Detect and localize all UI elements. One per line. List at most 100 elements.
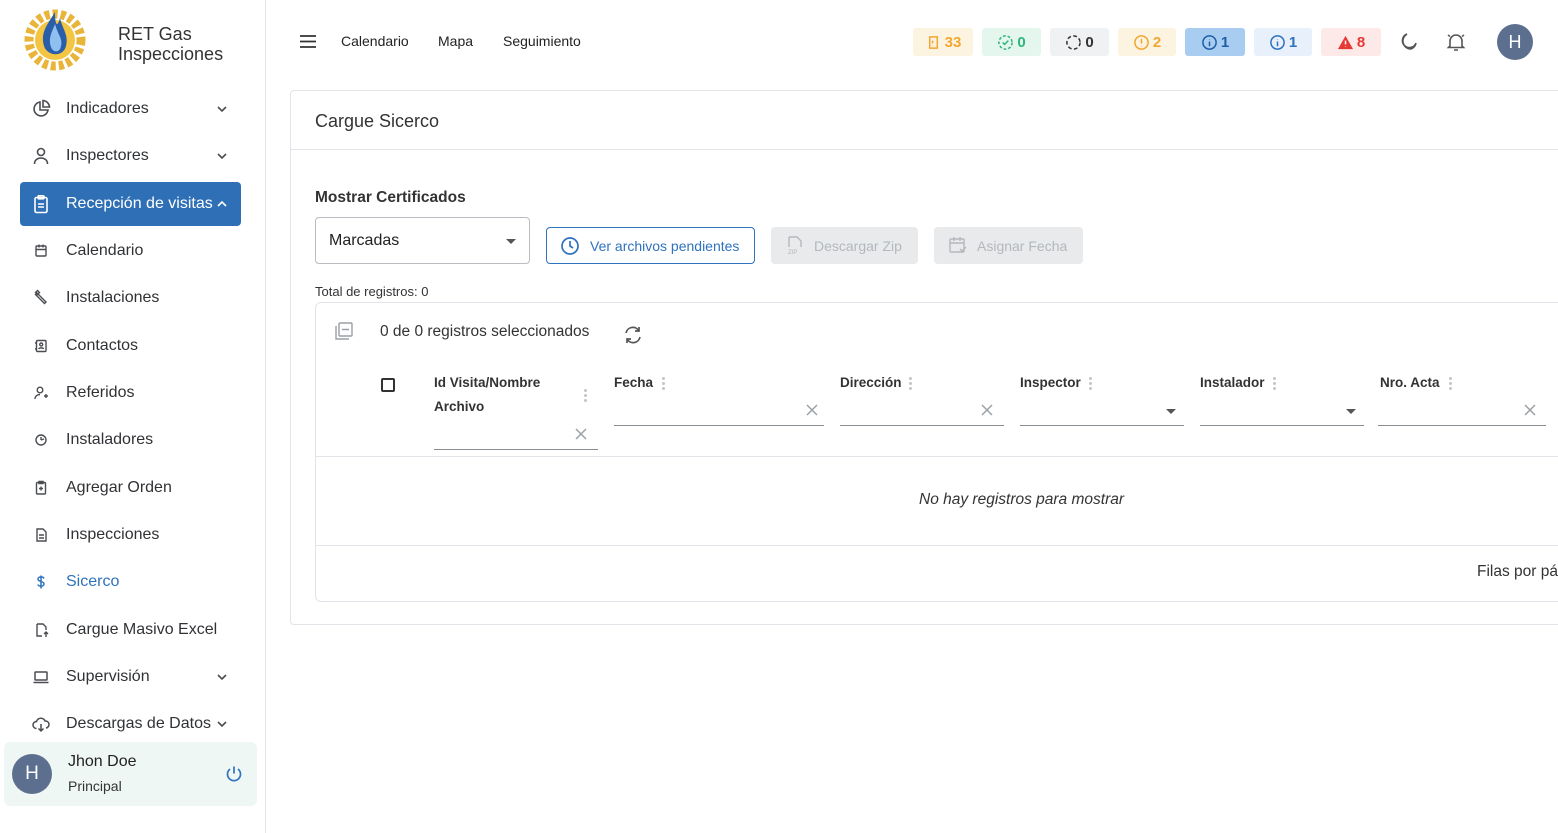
calendar-check-icon <box>949 237 967 253</box>
column-menu-icon[interactable] <box>584 389 588 403</box>
records-table: 0 de 0 registros seleccionados Id Visita… <box>315 302 1558 602</box>
top-bar: Calendario Mapa Seguimiento 33 0 0 2 1 1 <box>266 0 1558 84</box>
sidebar-item-instaladores[interactable]: Instaladores <box>20 418 241 462</box>
select-all-icon[interactable] <box>334 321 354 341</box>
clipboard-alert-icon <box>928 35 938 49</box>
badge-count: 8 <box>1356 33 1366 51</box>
sidebar-item-inspecciones[interactable]: Inspecciones <box>20 513 241 557</box>
sidebar-item-label: Contactos <box>66 337 139 354</box>
clock-icon <box>561 237 579 255</box>
total-records: Total de registros: 0 <box>315 284 429 299</box>
sidebar-item-referidos[interactable]: Referidos <box>20 371 241 415</box>
sidebar-item-recepcion-visitas[interactable]: Recepción de visitas <box>20 182 241 226</box>
badge-info[interactable]: 1 <box>1254 28 1312 56</box>
divider <box>316 456 1558 457</box>
alert-circle-icon <box>1133 34 1149 50</box>
power-icon[interactable] <box>224 764 244 784</box>
column-header-nro-acta[interactable]: Nro. Acta <box>1380 371 1440 395</box>
select-all-checkbox[interactable] <box>381 378 395 392</box>
laptop-icon <box>33 671 49 684</box>
info-circle-icon <box>1201 34 1217 50</box>
download-zip-button[interactable]: ZIP Descargar Zip <box>771 227 918 264</box>
column-header-inspector[interactable]: Inspector <box>1020 371 1081 395</box>
chevron-down-icon <box>217 721 227 728</box>
filter-select-inspector[interactable] <box>1020 425 1184 426</box>
column-menu-icon[interactable] <box>1449 377 1453 391</box>
filter-input-direccion[interactable] <box>840 425 1004 426</box>
person-icon <box>33 147 49 165</box>
close-icon[interactable] <box>981 404 993 416</box>
sidebar-item-inspectores[interactable]: Inspectores <box>20 134 241 178</box>
assign-date-button[interactable]: Asignar Fecha <box>934 227 1083 264</box>
filter-input-fecha[interactable] <box>614 425 824 426</box>
avatar[interactable]: H <box>1497 24 1533 60</box>
dollar-icon <box>37 575 45 589</box>
sidebar-item-label: Inspectores <box>66 147 149 164</box>
bell-icon[interactable] <box>1444 30 1468 54</box>
badge-completed[interactable]: 0 <box>982 28 1041 56</box>
button-label: Asignar Fecha <box>977 238 1068 254</box>
chevron-down-icon <box>217 674 227 681</box>
view-pending-files-button[interactable]: Ver archivos pendientes <box>546 227 755 264</box>
info-circle-icon <box>1269 34 1285 50</box>
moon-icon[interactable] <box>1396 30 1420 54</box>
nav-link-calendario[interactable]: Calendario <box>341 33 409 49</box>
sidebar-item-label: Sicerco <box>66 573 120 590</box>
sidebar-item-sicerco[interactable]: Sicerco <box>20 560 241 604</box>
sidebar-item-label: Cargue Masivo Excel <box>66 621 218 638</box>
sidebar-item-label: Inspecciones <box>66 526 160 543</box>
divider <box>316 545 1558 546</box>
selection-count: 0 de 0 registros seleccionados <box>380 323 590 340</box>
sidebar-item-contactos[interactable]: Contactos <box>20 324 241 368</box>
badge-alert[interactable]: 2 <box>1118 28 1176 56</box>
sidebar-item-instalaciones[interactable]: Instalaciones <box>20 276 241 320</box>
zip-file-icon: ZIP <box>788 236 802 255</box>
menu-icon[interactable] <box>299 34 317 49</box>
sidebar-item-cargue-masivo-excel[interactable]: Cargue Masivo Excel <box>20 608 241 652</box>
calendar-icon <box>35 244 47 257</box>
clipboard-icon <box>34 194 48 214</box>
clipboard-add-icon <box>35 480 47 495</box>
empty-message: No hay registros para mostrar <box>919 491 1125 508</box>
column-menu-icon[interactable] <box>662 377 666 391</box>
sidebar-item-supervision[interactable]: Supervisión <box>20 655 241 699</box>
nav-link-mapa[interactable]: Mapa <box>438 33 473 49</box>
column-menu-icon[interactable] <box>1273 377 1277 391</box>
column-header-id-visita[interactable]: Id Visita/Nombre Archivo <box>434 371 540 419</box>
filter-input-id-visita[interactable] <box>434 449 598 450</box>
refresh-icon[interactable] <box>622 324 644 346</box>
brand: RET Gas Inspecciones <box>18 6 223 72</box>
column-header-fecha[interactable]: Fecha <box>614 371 653 395</box>
badge-pending[interactable]: 33 <box>913 28 973 56</box>
brand-line-1: RET Gas <box>118 24 192 44</box>
select-value: Marcadas <box>329 232 400 249</box>
badge-warning[interactable]: 8 <box>1321 28 1381 56</box>
sidebar-item-descargas-datos[interactable]: Descargas de Datos <box>20 702 241 746</box>
sidebar-item-label: Indicadores <box>66 100 149 117</box>
filter-select-instalador[interactable] <box>1200 425 1364 426</box>
document-icon <box>36 528 47 542</box>
dropdown-arrow-icon <box>1166 409 1176 414</box>
brand-line-2: Inspecciones <box>118 44 224 64</box>
badge-count: 33 <box>944 33 962 51</box>
filter-input-nro-acta[interactable] <box>1378 425 1546 426</box>
column-header-instalador[interactable]: Instalador <box>1200 371 1265 395</box>
sidebar-item-calendario[interactable]: Calendario <box>20 229 241 273</box>
main-card: Cargue Sicerco Mostrar Certificados Marc… <box>290 90 1558 625</box>
sidebar-item-indicadores[interactable]: Indicadores <box>20 87 241 131</box>
avatar[interactable]: H <box>12 754 52 794</box>
close-icon[interactable] <box>575 428 587 440</box>
certificates-filter-select[interactable]: Marcadas <box>315 217 530 264</box>
column-menu-icon[interactable] <box>1089 377 1093 391</box>
badge-info-selected[interactable]: 1 <box>1185 28 1245 56</box>
close-icon[interactable] <box>806 404 818 416</box>
sidebar-item-agregar-orden[interactable]: Agregar Orden <box>20 466 241 510</box>
button-label: Descargar Zip <box>814 238 902 254</box>
nav-link-seguimiento[interactable]: Seguimiento <box>503 33 581 49</box>
column-header-direccion[interactable]: Dirección <box>840 371 902 395</box>
button-label: Ver archivos pendientes <box>590 238 740 254</box>
column-menu-icon[interactable] <box>909 377 913 391</box>
close-icon[interactable] <box>1524 404 1536 416</box>
badge-in-progress[interactable]: 0 <box>1050 28 1109 56</box>
user-name: Jhon Doe <box>68 753 137 770</box>
